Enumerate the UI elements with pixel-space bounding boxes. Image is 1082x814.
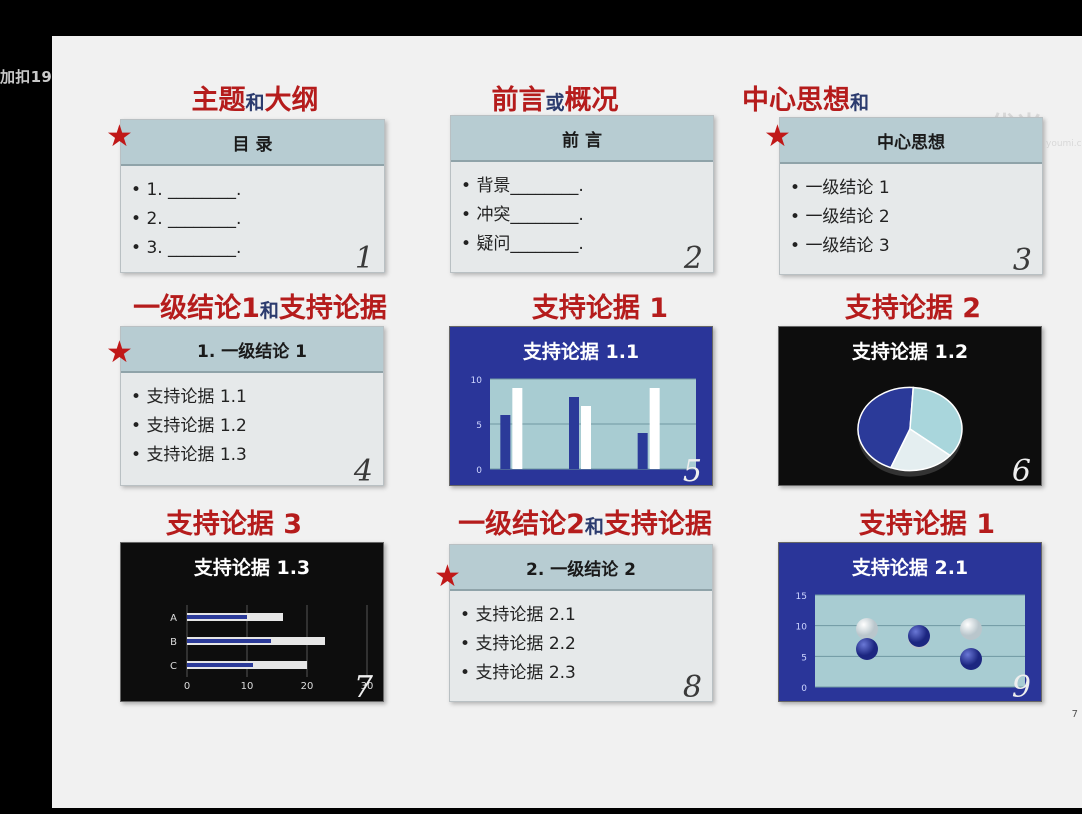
title-3: 中心思想和 [742,85,870,116]
sphere-marker [856,638,878,660]
y-category-label: A [170,613,177,624]
bullet-item: 支持论据 2.2 [460,630,712,659]
slide-number: 5 [682,454,702,489]
bar [500,415,511,469]
slide-number: 2 [683,241,703,276]
star-icon: ★ [764,119,791,154]
bullet-item: 背景________. [461,172,713,201]
slide-card-1[interactable]: 目 录 1. ________. 2. ________. 3. _______… [120,119,385,276]
bullet-list: 一级结论 1 一级结论 2 一级结论 3 [780,164,1042,261]
bar [187,639,271,643]
star-icon: ★ [106,335,133,370]
slide-card-2[interactable]: 前 言 背景________. 冲突________. 疑问________. … [450,115,714,276]
sphere-chart: 0 5 10 15 [796,592,1025,694]
bullet-list: 背景________. 冲突________. 疑问________. [451,162,713,259]
bullet-item: 支持论据 1.2 [131,412,383,441]
bullet-item: 支持论据 1.1 [131,383,383,412]
bullet-item: 1. ________. [131,176,384,205]
card-header: 1. 一级结论 1 [121,327,383,373]
y-tick-label: 0 [801,684,807,694]
bullet-list: 支持论据 2.1 支持论据 2.2 支持论据 2.3 [450,591,712,688]
title-5: 支持论据 1 [531,293,669,324]
bar [187,663,253,667]
title-1: 主题和大纲 [191,85,319,116]
bullet-list: 1. ________. 2. ________. 3. ________. [121,166,384,263]
slide-number: 7 [353,670,373,705]
bullet-item: 冲突________. [461,201,713,230]
slide-card-8[interactable]: 2. 一级结论 2 支持论据 2.1 支持论据 2.2 支持论据 2.3 8 [449,544,713,705]
x-tick-label: 20 [301,681,314,692]
y-tick-label: 10 [796,623,808,633]
slide-card-6[interactable]: 支持论据 1.2 6 [778,326,1042,489]
title-7: 支持论据 3 [165,509,303,540]
slide-number: 8 [682,670,702,705]
card-header: 目 录 [121,120,384,166]
slide-card-3[interactable]: 中心思想 一级结论 1 一级结论 2 一级结论 3 3 [779,117,1043,278]
card-header: 中心思想 [780,118,1042,164]
slide-number: 3 [1012,243,1032,278]
bullet-item: 一级结论 3 [790,232,1042,261]
slide-card-7[interactable]: 支持论据 1.3 0 10 20 30 A B C 7 [120,542,384,705]
x-tick-label: 10 [241,681,254,692]
bar [637,433,648,469]
page-number: 7 [1071,709,1078,720]
slide-card-4[interactable]: 1. 一级结论 1 支持论据 1.1 支持论据 1.2 支持论据 1.3 4 [120,326,384,489]
slide-number: 9 [1011,670,1031,705]
bar [569,397,579,469]
bullet-item: 支持论据 1.3 [131,441,383,470]
bullet-item: 疑问________. [461,230,713,259]
slide-card-9[interactable]: 支持论据 2.1 0 5 10 15 9 [778,542,1042,705]
title-8: 一级结论2和支持论据 [458,509,712,540]
title-9: 支持论据 1 [858,509,996,540]
slide-number: 4 [353,454,373,489]
sphere-marker [960,618,982,640]
bullet-item: 一级结论 2 [790,203,1042,232]
bullet-item: 2. ________. [131,205,384,234]
bullet-item: 支持论据 2.1 [460,601,712,630]
bar-chart: 0 5 10 [471,376,696,476]
pie-chart [857,386,963,477]
bar [649,388,660,469]
bar [512,388,523,469]
slide-card-5[interactable]: 支持论据 1.1 0 5 10 5 [449,326,713,489]
y-category-label: B [170,637,177,648]
y-tick-label: 15 [796,592,807,602]
title-2: 前言或概况 [491,85,619,116]
bullet-list: 支持论据 1.1 支持论据 1.2 支持论据 1.3 [121,373,383,470]
horizontal-bar-chart: 0 10 20 30ABC [170,605,373,692]
card-header: 前 言 [451,116,713,162]
y-category-label: C [170,661,177,672]
slide-number: 1 [354,241,374,276]
sphere-marker [960,648,982,670]
star-icon: ★ [434,559,461,594]
y-tick-label: 0 [476,466,482,476]
bar [581,406,591,469]
bullet-item: 一级结论 1 [790,174,1042,203]
title-6: 支持论据 2 [844,293,982,324]
title-4: 一级结论1和支持论据 [133,293,387,324]
y-tick-label: 5 [476,421,482,431]
star-icon: ★ [106,119,133,154]
sphere-marker [908,625,930,647]
card-header: 2. 一级结论 2 [450,545,712,591]
slide-number: 6 [1011,454,1031,489]
y-tick-label: 5 [801,653,807,663]
bar [187,615,247,619]
x-tick-label: 0 [184,681,190,692]
bullet-item: 3. ________. [131,234,384,263]
bullet-item: 支持论据 2.3 [460,659,712,688]
y-tick-label: 10 [471,376,483,386]
sphere-marker [856,618,878,640]
